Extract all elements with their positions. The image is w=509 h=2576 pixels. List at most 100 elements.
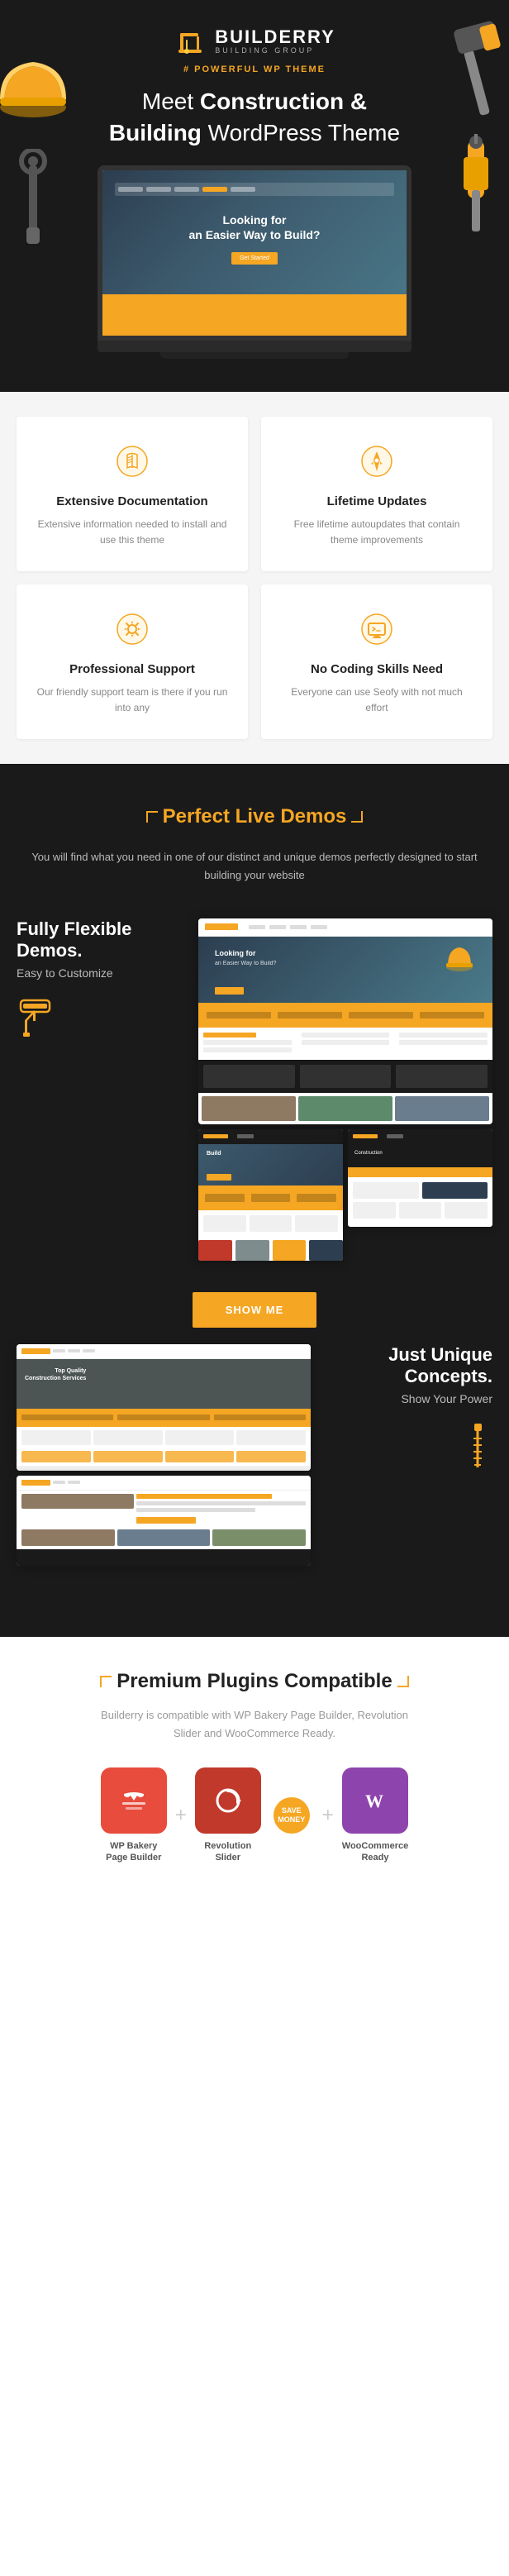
feature-title-nocoding: No Coding Skills Need bbox=[281, 662, 473, 676]
mini-dark-bar bbox=[348, 1167, 492, 1177]
mini-img-3 bbox=[273, 1240, 307, 1261]
mini-block-2 bbox=[251, 1194, 291, 1202]
mini-img-row-1 bbox=[198, 1240, 343, 1261]
plugin-logo-wpbakery bbox=[101, 1767, 167, 1834]
nav-dot-2 bbox=[174, 187, 199, 192]
laptop-frame: Looking foran Easier Way to Build? Get S… bbox=[98, 165, 411, 341]
mockup-feature-sections bbox=[198, 1028, 492, 1060]
dark-col-1 bbox=[203, 1065, 295, 1088]
nav-dot-1 bbox=[146, 187, 171, 192]
second-nav-1 bbox=[17, 1344, 311, 1359]
mockup-hero-area: Looking for an Easier Way to Build? bbox=[198, 937, 492, 1003]
demos-title-flexible: Fully Flexible Demos. bbox=[17, 918, 182, 962]
text-line-2 bbox=[136, 1501, 306, 1505]
section-line-1 bbox=[203, 1040, 292, 1045]
second-hero-text: Top QualityConstruction Services bbox=[25, 1367, 86, 1384]
mini-mockup-2-wrapper: Construction bbox=[348, 1129, 492, 1267]
text-btn bbox=[136, 1517, 196, 1524]
second-col-1 bbox=[21, 1430, 91, 1445]
nav-link-2 bbox=[269, 925, 286, 929]
monitor-icon bbox=[360, 613, 393, 646]
plugin-name-wpbakery: WP BakeryPage Builder bbox=[101, 1840, 167, 1864]
show-me-button[interactable]: SHOW ME bbox=[193, 1292, 317, 1328]
section-line-accent bbox=[203, 1033, 256, 1038]
feature-desc-support: Our friendly support team is there if yo… bbox=[36, 685, 228, 716]
plugins-section: Premium Plugins Compatible Builderry is … bbox=[0, 1637, 509, 1897]
demos-feature-flexible-screenshot: Looking for an Easier Way to Build? bbox=[198, 918, 492, 1267]
hero-title: Meet Construction &Building WordPress Th… bbox=[17, 86, 492, 149]
second-link-5 bbox=[68, 1481, 80, 1484]
screen-cta-btn: Get Started bbox=[231, 252, 278, 265]
second-hero-1: Top QualityConstruction Services bbox=[17, 1359, 311, 1409]
second-content-2 bbox=[17, 1491, 311, 1529]
laptop-base bbox=[98, 341, 411, 352]
nav-dot-logo bbox=[118, 187, 143, 192]
section-line-4 bbox=[302, 1040, 390, 1045]
section-line-5 bbox=[399, 1033, 488, 1038]
screen-headline: Looking foran Easier Way to Build? bbox=[115, 212, 394, 242]
mockup-dark-section bbox=[198, 1060, 492, 1093]
mockup-section-3 bbox=[394, 1028, 492, 1060]
demos-feature-flexible: Fully Flexible Demos. Easy to Customize bbox=[17, 918, 492, 1267]
roller-icon-wrapper bbox=[17, 996, 182, 1042]
feature-icon-nocoding bbox=[355, 608, 398, 651]
mini-col-3 bbox=[295, 1215, 338, 1232]
mini-mockup-2: Construction bbox=[348, 1129, 492, 1227]
second-link-3 bbox=[83, 1349, 95, 1352]
num-3 bbox=[165, 1451, 235, 1462]
second-divider bbox=[17, 1466, 311, 1471]
bolt-icon-wrapper bbox=[327, 1422, 492, 1472]
second-nav-2 bbox=[17, 1476, 311, 1491]
nav-dot-3 bbox=[231, 187, 255, 192]
second-link-2 bbox=[68, 1349, 80, 1352]
features-section: Extensive Documentation Extensive inform… bbox=[0, 392, 509, 765]
gear-icon bbox=[116, 613, 149, 646]
mini-col-4 bbox=[353, 1182, 419, 1199]
mini-col-6 bbox=[353, 1202, 396, 1219]
second-yellow-2 bbox=[117, 1414, 209, 1420]
second-footer-dark bbox=[17, 1549, 311, 1566]
laptop-stand bbox=[160, 352, 349, 359]
second-mockup-1: Top QualityConstruction Services bbox=[17, 1344, 311, 1471]
features-grid: Extensive Documentation Extensive inform… bbox=[17, 417, 492, 740]
mini-block-1 bbox=[205, 1194, 245, 1202]
section-line-6 bbox=[399, 1040, 488, 1045]
logo-icon bbox=[174, 25, 207, 58]
demos-title-flexible-text: Fully Flexible Demos. bbox=[17, 918, 131, 961]
second-link-1 bbox=[53, 1349, 65, 1352]
section-line-2 bbox=[203, 1047, 292, 1052]
mini-col-1 bbox=[203, 1215, 246, 1232]
demos-tag-wrapper: Perfect Live Demos bbox=[17, 805, 492, 842]
plugins-grid: WP BakeryPage Builder + RevolutionSlider… bbox=[17, 1767, 492, 1864]
mini-nav-1 bbox=[198, 1129, 343, 1144]
stat-1 bbox=[207, 1012, 271, 1018]
stat-3 bbox=[349, 1012, 413, 1018]
stat-4 bbox=[420, 1012, 484, 1018]
mini-nav-item bbox=[237, 1134, 254, 1138]
demo-second-stack: Top QualityConstruction Services bbox=[17, 1344, 311, 1566]
mini-row-1 bbox=[203, 1215, 338, 1232]
mockup-section-1 bbox=[198, 1028, 297, 1060]
second-row-1 bbox=[21, 1430, 306, 1445]
feature-icon-docs bbox=[111, 440, 154, 483]
second-yellow-3 bbox=[214, 1414, 306, 1420]
second-col-img-1 bbox=[21, 1494, 134, 1509]
svg-text:W: W bbox=[365, 1791, 383, 1811]
demos-desc: You will find what you need in one of ou… bbox=[17, 848, 492, 885]
feature-desc-docs: Extensive information needed to install … bbox=[36, 517, 228, 548]
mini-col-7 bbox=[399, 1202, 442, 1219]
plugins-title: Premium Plugins Compatible bbox=[117, 1670, 392, 1693]
mini-dark-text: Construction bbox=[348, 1144, 492, 1162]
hero-section: BUILDERRY BUILDING GROUP # POWERFUL WP T… bbox=[0, 0, 509, 392]
paint-roller-icon bbox=[17, 996, 54, 1038]
second-link-4 bbox=[53, 1481, 65, 1484]
feature-desc-nocoding: Everyone can use Seofy with not much eff… bbox=[281, 685, 473, 716]
mini-nav-2 bbox=[348, 1129, 492, 1144]
nav-link-1 bbox=[249, 925, 265, 929]
mockup-nav-links bbox=[249, 925, 327, 929]
demos-sub-flexible: Easy to Customize bbox=[17, 966, 182, 980]
demos-title-unique: Just Unique Concepts. bbox=[327, 1344, 492, 1388]
mockup-helmet-icon bbox=[443, 941, 476, 974]
logo-area: BUILDERRY BUILDING GROUP bbox=[17, 25, 492, 58]
laptop-screen: Looking foran Easier Way to Build? Get S… bbox=[102, 170, 407, 336]
